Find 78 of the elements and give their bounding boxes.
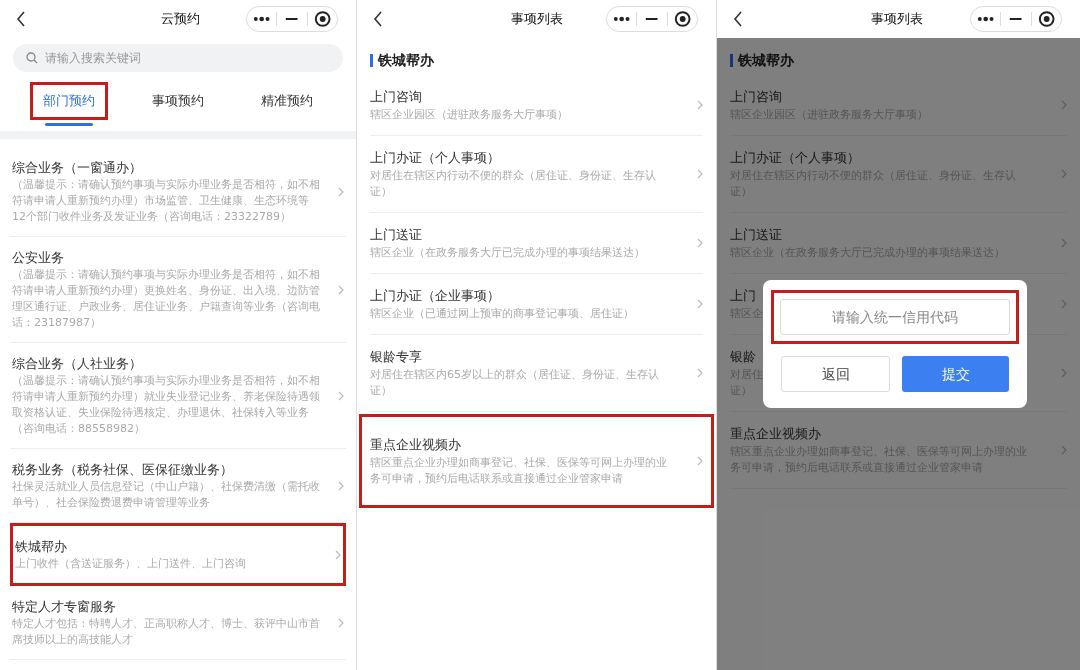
item-description: 特定人才包括：特聘人才、正高职称人才、博士、获评中山市首席技师以上的高技能人才 xyxy=(12,616,321,648)
section-heading: 铁城帮办 xyxy=(378,51,434,70)
service-item[interactable]: 上门咨询 辖区企业园区（进驻政务服务大厅事项） xyxy=(370,75,703,136)
chevron-right-icon xyxy=(338,390,344,401)
item-title: 特定人才专窗服务 xyxy=(12,598,117,616)
item-title: 综合业务（人社业务） xyxy=(12,355,143,373)
service-item[interactable]: 公安业务 （温馨提示：请确认预约事项与实际办理业务是否相符，如不相符请申请人重新预约办理）更换姓名、身份证、出入境、边防管理区通行证、户政业务、居住证业务、户籍查询等业务（咨询电话：23187987） xyxy=(10,237,346,343)
item-description: 辖区企业（在政务服务大厅已完成办理的事项结果送达） xyxy=(370,245,646,261)
chevron-right-icon xyxy=(1061,445,1067,455)
chevron-right-icon xyxy=(1061,368,1067,378)
tab[interactable]: 事项预约 xyxy=(139,82,217,120)
service-item[interactable]: 特定人才专窗服务 特定人才包括：特聘人才、正高职称人才、博士、获评中山市首席技师以上的高技能人才 xyxy=(10,586,346,660)
service-item[interactable]: 综合业务（一窗通办） （温馨提示：请确认预约事项与实际办理业务是否相符，如不相符请申请人重新预约办理）市场监管、卫生健康、生态环境等12个部门收件业务及发证业务（咨询电话：23322789） xyxy=(10,147,346,237)
tab-underline xyxy=(44,123,93,126)
submit-button[interactable]: 提交 xyxy=(902,356,1009,392)
chevron-right-icon xyxy=(338,284,344,295)
search-icon xyxy=(26,52,38,64)
chevron-right-icon xyxy=(1061,299,1067,309)
service-item[interactable]: 上门办证（企业事项） 辖区企业（已通过网上预审的商事登记事项、居住证） xyxy=(370,274,703,335)
item-description: 辖区企业（已通过网上预审的商事登记事项、居住证） xyxy=(370,306,635,322)
chevron-right-icon xyxy=(1061,100,1067,110)
section-heading: 铁城帮办 xyxy=(738,51,794,70)
section-bar xyxy=(730,54,733,67)
item-title: 税务业务（税务社保、医保征缴业务） xyxy=(12,461,234,479)
item-title: 上门咨询 xyxy=(730,88,782,106)
item-description: 上门收件（含送证服务）、上门送件、上门咨询 xyxy=(15,556,247,572)
service-item[interactable]: 银龄专享 对居住在辖区内65岁以上的群众（居住证、身份证、生存认证） xyxy=(370,335,703,412)
item-title: 上门送证 xyxy=(730,226,782,244)
service-item[interactable]: 综合业务（人社业务） （温馨提示：请确认预约事项与实际办理业务是否相符，如不相符请申请人重新预约办理）就业失业登记业务、养老保险待遇领取资格认证、失业保险待遇核定、办理退休、社保转入等业务（咨询电话：88558982） xyxy=(10,343,346,449)
item-description: （温馨提示：请确认预约事项与实际办理业务是否相符，如不相符请申请人重新预约办理）更换姓名、身份证、出入境、边防管理区通行证、户政业务、居住证业务、户籍查询等业务（咨询电话：23187987） xyxy=(12,267,321,331)
item-title: 综合业务（一窗通办） xyxy=(12,159,143,177)
chevron-right-icon xyxy=(697,100,703,110)
page-title: 云预约 xyxy=(159,10,201,29)
item-description: （温馨提示：请确认预约事项与实际办理业务是否相符，如不相符请申请人重新预约办理）就业失业登记业务、养老保险待遇领取资格认证、失业保险待遇核定、办理退休、社保转入等业务（咨询电话：88558982） xyxy=(12,373,321,437)
chevron-right-icon xyxy=(1061,238,1067,248)
back-icon[interactable] xyxy=(373,11,383,27)
chevron-right-icon xyxy=(697,238,703,248)
code-field[interactable]: 请输入统一信用代码 xyxy=(780,299,1010,335)
item-description: （温馨提示：请确认预约事项与实际办理业务是否相符，如不相符请申请人重新预约办理）市场监管、卫生健康、生态环境等12个部门收件业务及发证业务（咨询电话：23322789） xyxy=(12,177,321,225)
item-title: 上门咨询 xyxy=(370,88,423,106)
service-item[interactable]: 上门送证 辖区企业（在政务服务大厅已完成办理的事项结果送达） xyxy=(370,213,703,274)
item-title: 铁城帮办 xyxy=(15,538,68,556)
item-description: 对居住在辖区内65岁以上的群众（居住证、身份证、生存认证） xyxy=(370,367,660,399)
item-title: 银龄专享 xyxy=(370,348,423,366)
page-title: 事项列表 xyxy=(870,10,924,29)
item-description: 辖区重点企业办理如商事登记、社保、医保等可网上办理的业务可申请，预约后电话联系或直接通过企业管家申请 xyxy=(370,455,668,487)
item-title: 上门办证（企业事项） xyxy=(370,287,501,305)
item-title: 上门送证 xyxy=(370,226,423,244)
back-button[interactable]: 返回 xyxy=(781,356,890,392)
search-field[interactable]: 请输入搜索关键词 xyxy=(13,44,343,72)
item-title: 上门办证（个人事项） xyxy=(730,149,860,167)
item-title: 重点企业视频办 xyxy=(370,436,462,454)
item-title: 银龄 xyxy=(730,348,756,366)
item-title: 公安业务 xyxy=(12,249,65,267)
chevron-right-icon xyxy=(697,299,703,309)
item-title: 重点企业视频办 xyxy=(730,425,821,443)
tab[interactable]: 精准预约 xyxy=(248,82,327,120)
chevron-right-icon xyxy=(1061,169,1067,179)
chevron-right-icon xyxy=(338,617,344,628)
item-description: 对居住在辖区内行动不便的群众（居住证、身份证、生存认证） xyxy=(370,168,657,200)
chevron-right-icon xyxy=(697,456,703,466)
service-item[interactable]: 上门办证（个人事项） 对居住在辖区内行动不便的群众（居住证、身份证、生存认证） xyxy=(370,136,703,213)
service-item[interactable]: 重点企业视频办 辖区重点企业办理如商事登记、社保、医保等可网上办理的业务可申请，预约后电话联系或直接通过企业管家申请 xyxy=(359,414,714,508)
item-description: 辖区企业园区（进驻政务服务大厅事项） xyxy=(370,107,569,123)
chevron-right-icon xyxy=(335,549,341,560)
chevron-right-icon xyxy=(338,186,344,197)
chevron-right-icon xyxy=(338,480,344,491)
back-icon[interactable] xyxy=(733,11,743,27)
back-icon[interactable] xyxy=(16,11,26,27)
item-title: 上门 xyxy=(730,287,756,305)
service-item[interactable]: 税务业务（税务社保、医保征缴业务） 社保灵活就业人员信息登记（中山户籍）、社保费清缴（需托收单号）、社会保险费退费申请管理等业务 xyxy=(10,449,346,523)
item-title: 上门办证（个人事项） xyxy=(370,149,501,167)
item-description: 社保灵活就业人员信息登记（中山户籍）、社保费清缴（需托收单号）、社会保险费退费申请管理等业务 xyxy=(12,479,321,511)
page-title: 事项列表 xyxy=(510,10,564,29)
chevron-right-icon xyxy=(697,368,703,378)
chevron-right-icon xyxy=(697,169,703,179)
section-bar xyxy=(370,54,373,67)
service-item[interactable]: 铁城帮办 上门收件（含送证服务）、上门送件、上门咨询 xyxy=(10,523,346,586)
